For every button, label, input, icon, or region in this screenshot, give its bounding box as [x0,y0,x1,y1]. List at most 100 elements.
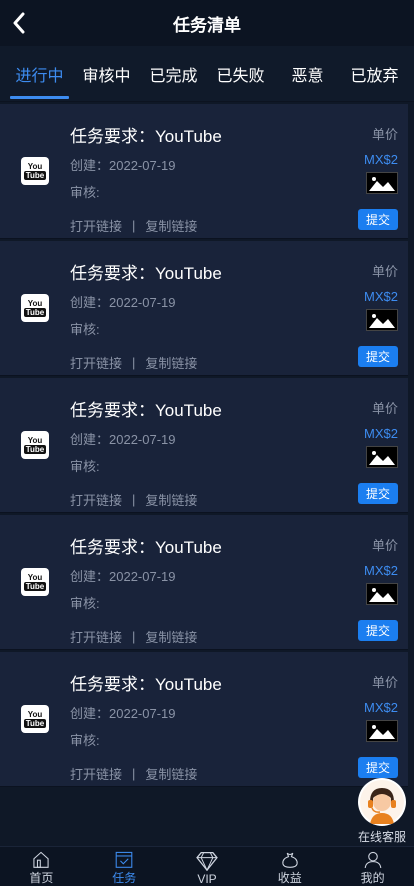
price-value: MX$2 [364,289,398,304]
link-separator: | [132,629,136,644]
image-placeholder-icon[interactable] [366,583,398,605]
price-value: MX$2 [364,700,398,715]
tab-in-progress[interactable]: 进行中 [6,46,73,101]
task-body: 任务要求：YouTube 创建：2022-07-19 审核: 打开链接 | 复制… [70,241,338,375]
open-link-button[interactable]: 打开链接 [70,627,122,646]
task-card: You Tube 任务要求：YouTube 创建：2022-07-19 审核: 打… [0,241,408,376]
youtube-icon: You Tube [21,705,49,733]
tab-completed[interactable]: 已完成 [140,46,207,101]
status-tabs: 进行中 审核中 已完成 已失败 恶意 已放弃 [0,46,414,102]
tab-abandoned[interactable]: 已放弃 [341,46,408,101]
task-card: You Tube 任务要求：YouTube 创建：2022-07-19 审核: 打… [0,515,408,650]
nav-task-label: 任务 [112,871,137,885]
task-created-date: 创建：2022-07-19 [70,295,176,310]
nav-earnings[interactable]: 收益 [248,847,331,886]
task-review-status: 审核: [70,459,100,474]
open-link-button[interactable]: 打开链接 [70,764,122,783]
task-links: 打开链接 | 复制链接 [70,353,338,372]
task-title: 任务要求：YouTube [70,264,222,283]
price-value: MX$2 [364,426,398,441]
submit-button[interactable]: 提交 [357,483,398,504]
task-body: 任务要求：YouTube 创建：2022-07-19 审核: 打开链接 | 复制… [70,515,338,649]
task-price-panel: 单价 MX$2 提交 [338,378,408,512]
task-title: 任务要求：YouTube [70,538,222,557]
nav-home-label: 首页 [29,871,54,885]
task-price-panel: 单价 MX$2 提交 [338,241,408,375]
copy-link-button[interactable]: 复制链接 [145,490,197,509]
chevron-left-icon [13,12,25,34]
customer-service-button[interactable]: 在线客服 [357,778,406,845]
task-review-status: 审核: [70,322,100,337]
task-links: 打开链接 | 复制链接 [70,216,338,235]
task-links: 打开链接 | 复制链接 [70,490,338,509]
nav-home[interactable]: 首页 [0,847,83,886]
task-title: 任务要求：YouTube [70,401,222,420]
task-icon-wrap: You Tube [0,378,70,512]
submit-button[interactable]: 提交 [357,620,398,641]
submit-button[interactable]: 提交 [357,209,398,230]
task-price-panel: 单价 MX$2 提交 [338,652,408,786]
nav-profile[interactable]: 我的 [331,847,414,886]
image-placeholder-icon[interactable] [366,446,398,468]
task-created-date: 创建：2022-07-19 [70,569,176,584]
customer-service-label: 在线客服 [357,830,406,844]
task-icon-wrap: You Tube [0,515,70,649]
open-link-button[interactable]: 打开链接 [70,216,122,235]
link-separator: | [132,218,136,233]
task-card: You Tube 任务要求：YouTube 创建：2022-07-19 审核: 打… [0,104,408,239]
money-bag-icon [282,852,298,868]
nav-task[interactable]: 任务 [83,847,166,886]
task-created-date: 创建：2022-07-19 [70,706,176,721]
image-placeholder-icon[interactable] [366,172,398,194]
back-button[interactable] [6,8,32,38]
task-icon-wrap: You Tube [0,104,70,238]
open-link-button[interactable]: 打开链接 [70,490,122,509]
task-review-status: 审核: [70,596,100,611]
submit-button[interactable]: 提交 [357,346,398,367]
price-value: MX$2 [364,563,398,578]
user-icon [364,851,381,868]
task-title: 任务要求：YouTube [70,675,222,694]
tab-failed[interactable]: 已失败 [207,46,274,101]
link-separator: | [132,355,136,370]
task-icon [115,851,133,868]
task-icon-wrap: You Tube [0,241,70,375]
price-label: 单价 [371,538,398,553]
price-label: 单价 [371,675,398,690]
diamond-icon [196,852,218,871]
copy-link-button[interactable]: 复制链接 [145,353,197,372]
task-icon-wrap: You Tube [0,652,70,786]
submit-button[interactable]: 提交 [357,757,398,778]
task-created-date: 创建：2022-07-19 [70,158,176,173]
task-list: You Tube 任务要求：YouTube 创建：2022-07-19 审核: 打… [0,102,414,787]
task-review-status: 审核: [70,185,100,200]
image-placeholder-icon[interactable] [366,720,398,742]
page-title: 任务清单 [173,15,241,35]
task-price-panel: 单价 MX$2 提交 [338,515,408,649]
task-review-status: 审核: [70,733,100,748]
nav-vip[interactable]: VIP [166,847,249,886]
task-title: 任务要求：YouTube [70,127,222,146]
bottom-nav: 首页 任务 VIP 收益 我的 [0,846,414,886]
youtube-icon: You Tube [21,431,49,459]
copy-link-button[interactable]: 复制链接 [145,627,197,646]
tab-malicious[interactable]: 恶意 [274,46,341,101]
nav-profile-label: 我的 [360,871,385,885]
image-placeholder-icon[interactable] [366,309,398,331]
price-value: MX$2 [364,152,398,167]
copy-link-button[interactable]: 复制链接 [145,216,197,235]
copy-link-button[interactable]: 复制链接 [145,764,197,783]
task-links: 打开链接 | 复制链接 [70,764,338,783]
app-header: 任务清单 [0,0,414,46]
link-separator: | [132,766,136,781]
price-label: 单价 [371,127,398,142]
task-links: 打开链接 | 复制链接 [70,627,338,646]
task-body: 任务要求：YouTube 创建：2022-07-19 审核: 打开链接 | 复制… [70,104,338,238]
tab-under-review[interactable]: 审核中 [73,46,140,101]
task-card: You Tube 任务要求：YouTube 创建：2022-07-19 审核: 打… [0,652,408,787]
open-link-button[interactable]: 打开链接 [70,353,122,372]
task-card: You Tube 任务要求：YouTube 创建：2022-07-19 审核: 打… [0,378,408,513]
task-body: 任务要求：YouTube 创建：2022-07-19 审核: 打开链接 | 复制… [70,378,338,512]
price-label: 单价 [371,264,398,279]
link-separator: | [132,492,136,507]
